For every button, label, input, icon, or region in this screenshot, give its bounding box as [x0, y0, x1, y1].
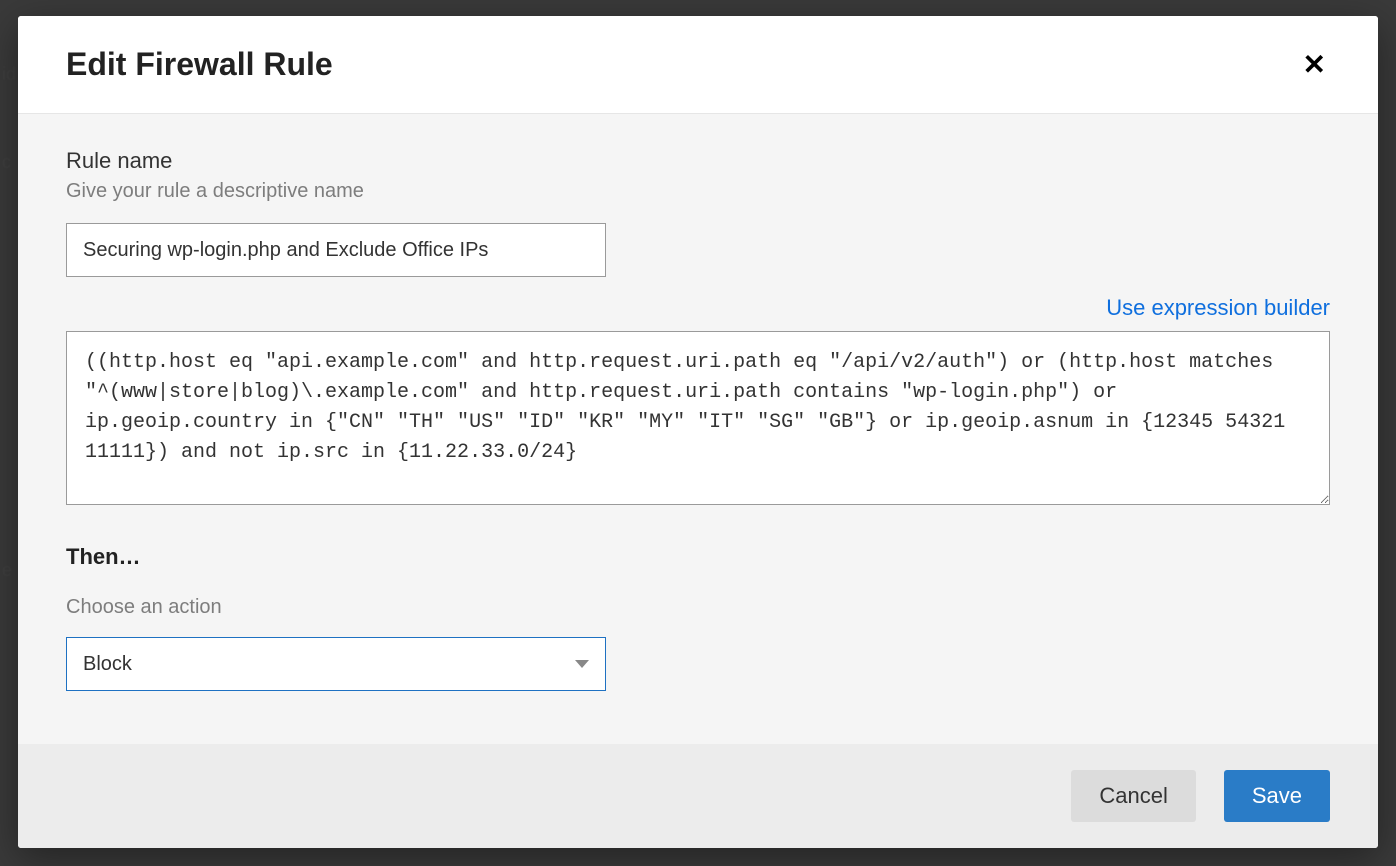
save-button[interactable]: Save — [1224, 770, 1330, 822]
modal-header: Edit Firewall Rule ✕ — [18, 16, 1378, 114]
then-heading: Then… — [66, 544, 1330, 570]
rule-name-label: Rule name — [66, 148, 1330, 174]
builder-link-row: Use expression builder — [66, 295, 1330, 321]
bg-fragment: e — [2, 560, 12, 581]
modal-body: Rule name Give your rule a descriptive n… — [18, 114, 1378, 744]
rule-name-input[interactable] — [66, 223, 606, 277]
chevron-down-icon — [575, 660, 589, 668]
action-select[interactable]: Block — [66, 637, 606, 691]
edit-firewall-rule-modal: Edit Firewall Rule ✕ Rule name Give your… — [18, 16, 1378, 848]
modal-footer: Cancel Save — [18, 744, 1378, 848]
action-select-value: Block — [83, 653, 132, 676]
bg-fragment: id — [2, 64, 16, 85]
close-icon[interactable]: ✕ — [1299, 47, 1330, 83]
modal-title: Edit Firewall Rule — [66, 46, 333, 83]
action-label: Choose an action — [66, 596, 1330, 619]
expression-textarea[interactable] — [66, 331, 1330, 505]
bg-fragment: c — [2, 152, 11, 173]
cancel-button[interactable]: Cancel — [1071, 770, 1195, 822]
rule-name-hint: Give your rule a descriptive name — [66, 180, 1330, 203]
use-expression-builder-link[interactable]: Use expression builder — [1106, 295, 1330, 321]
